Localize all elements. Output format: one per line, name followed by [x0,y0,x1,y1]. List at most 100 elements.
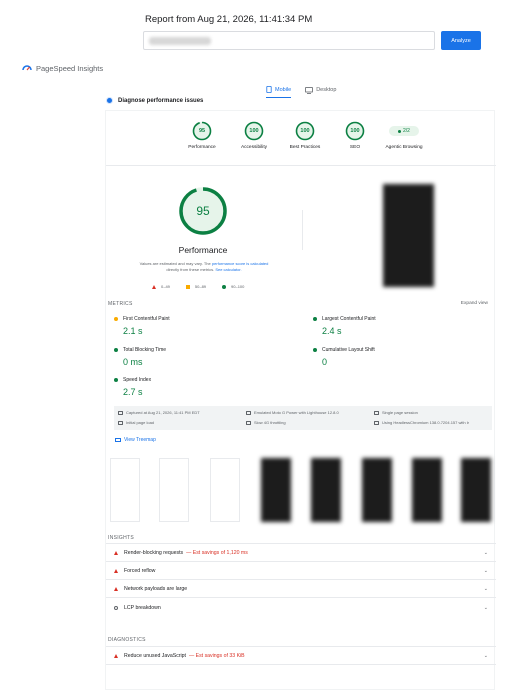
timer-icon [118,420,123,425]
legend-average: 50–89 [185,284,207,289]
legend-label: 50–89 [194,284,207,289]
diagnose-title: Diagnose performance issues [118,97,204,104]
score-gauge: 95 [192,121,212,141]
see-calculator-link[interactable]: See calculator. [215,267,241,272]
meta-load: Initial page load [118,420,154,425]
metric-value: 0 ms [123,357,143,367]
analyze-button[interactable]: Analyze [441,31,481,50]
desktop-icon [305,86,314,94]
score-gauge: 100 [345,121,365,141]
report-card: 95 Performance 100 Accessibility 100 Bes… [105,110,496,690]
performance-title: Performance [178,245,228,255]
chevron-down-icon: ⌄ [483,568,488,574]
red-triangle-icon [152,284,156,289]
meta-text: Emulated Moto G Power with Lighthouse 12… [254,410,339,415]
metric-name: Largest Contentful Paint [322,316,376,322]
expand-view-toggle[interactable]: Expand view [461,301,488,306]
network-icon [246,420,251,425]
score-calc-link[interactable]: performance score is calculated [212,261,268,266]
category-performance[interactable]: 95 Performance [172,121,232,150]
divider [106,543,496,544]
tab-desktop[interactable]: Desktop [305,86,336,98]
diagnostic-unused-js[interactable]: Reduce unused JavaScript — Est savings o… [106,648,496,665]
category-scores: 95 Performance 100 Accessibility 100 Bes… [106,121,496,165]
performance-gauge: 95 [178,186,228,236]
metric-name: First Contentful Paint [123,316,170,322]
filmstrip-frame [461,458,491,522]
brand[interactable]: PageSpeed Insights [22,63,103,73]
tab-mobile[interactable]: Mobile [266,86,292,98]
filmstrip-frame [210,458,240,522]
score-gauge: 100 [295,121,315,141]
page: Report from Aug 21, 2026, 11:41:34 PM An… [0,0,528,700]
red-triangle-icon [114,569,118,573]
category-label: Performance [188,145,216,150]
agentic-badge: 2/2 [389,126,419,136]
meta-browser: Using HeadlessChromium 138.0.7204.157 wi… [374,420,469,425]
report-title: Report from Aug 21, 2026, 11:41:34 PM [145,14,313,25]
url-input[interactable] [143,31,435,50]
legend-label: 0–49 [161,284,170,289]
filmstrip-frame [311,458,341,522]
metric-si: Speed Index 2.7 s [114,377,294,397]
meta-device: Emulated Moto G Power with Lighthouse 12… [246,410,339,415]
audit-title: Network payloads are large [124,586,188,592]
note-text-2: directly from these metrics. [166,267,215,272]
audit-title: Reduce unused JavaScript [124,653,186,659]
vertical-divider [302,210,303,250]
legend-poor: 0–49 [152,284,170,289]
metric-tbt: Total Blocking Time 0 ms [114,347,294,367]
score-legend: 0–49 50–89 90–100 [152,284,244,289]
filmstrip-frame [261,458,291,522]
meta-text: Slow 4G throttling [254,420,286,425]
chevron-down-icon: ⌄ [483,604,488,611]
metric-value: 2.4 s [322,326,342,336]
divider [106,165,496,166]
badge-value: 2/2 [403,128,410,134]
pass-dot-icon [398,129,402,133]
filmstrip-frame [110,458,140,522]
metric-value: 2.1 s [123,326,143,336]
chevron-down-icon: ⌄ [483,653,488,659]
legend-good: 90–100 [222,284,244,289]
url-value-blurred [149,37,211,45]
calendar-icon [118,410,123,415]
insights-label: INSIGHTS [108,535,135,541]
green-dot-icon [313,348,317,352]
insight-render-blocking[interactable]: Render-blocking requests — Est savings o… [106,545,496,562]
insight-lcp-breakdown[interactable]: LCP breakdown ⌄ [106,599,496,616]
red-triangle-icon [114,551,118,555]
orange-square-icon [185,284,190,289]
meta-session: Single page session [374,410,418,415]
metric-lcp: Largest Contentful Paint 2.4 s [313,316,493,336]
score-value: 95 [198,128,206,134]
score-value: 100 [249,128,259,134]
meta-captured: Captured at Aug 21, 2026, 11:41 PM EDT [118,410,200,415]
session-icon [374,410,379,415]
metric-value: 2.7 s [123,387,143,397]
pagespeed-logo-icon [22,65,32,71]
treemap-icon [115,437,121,443]
chevron-down-icon: ⌄ [483,550,488,556]
view-treemap-button[interactable]: View Treemap [115,437,156,443]
section-indicator-icon [106,97,113,104]
red-triangle-icon [114,654,118,658]
meta-text: Initial page load [126,420,155,425]
category-agentic-browsing[interactable]: 2/2 Agentic Browsing [374,121,434,150]
meta-text: Single page session [382,410,418,415]
meta-text: Using HeadlessChromium 138.0.7204.157 wi… [382,420,469,425]
green-circle-icon [222,284,227,289]
insight-forced-reflow[interactable]: Forced reflow ⌄ [106,563,496,580]
score-gauge: 100 [244,121,264,141]
filmstrip-frame [362,458,392,522]
audit-savings: — Est savings of 1,120 ms [186,550,248,556]
device-icon [246,410,251,415]
final-screenshot [383,184,434,287]
green-dot-icon [313,317,317,321]
metric-value: 0 [322,357,328,367]
metric-name: Total Blocking Time [123,347,167,353]
insight-network-payloads[interactable]: Network payloads are large ⌄ [106,581,496,598]
metric-name: Speed Index [123,377,152,383]
green-dot-icon [114,378,118,382]
audit-title: Forced reflow [124,568,156,574]
